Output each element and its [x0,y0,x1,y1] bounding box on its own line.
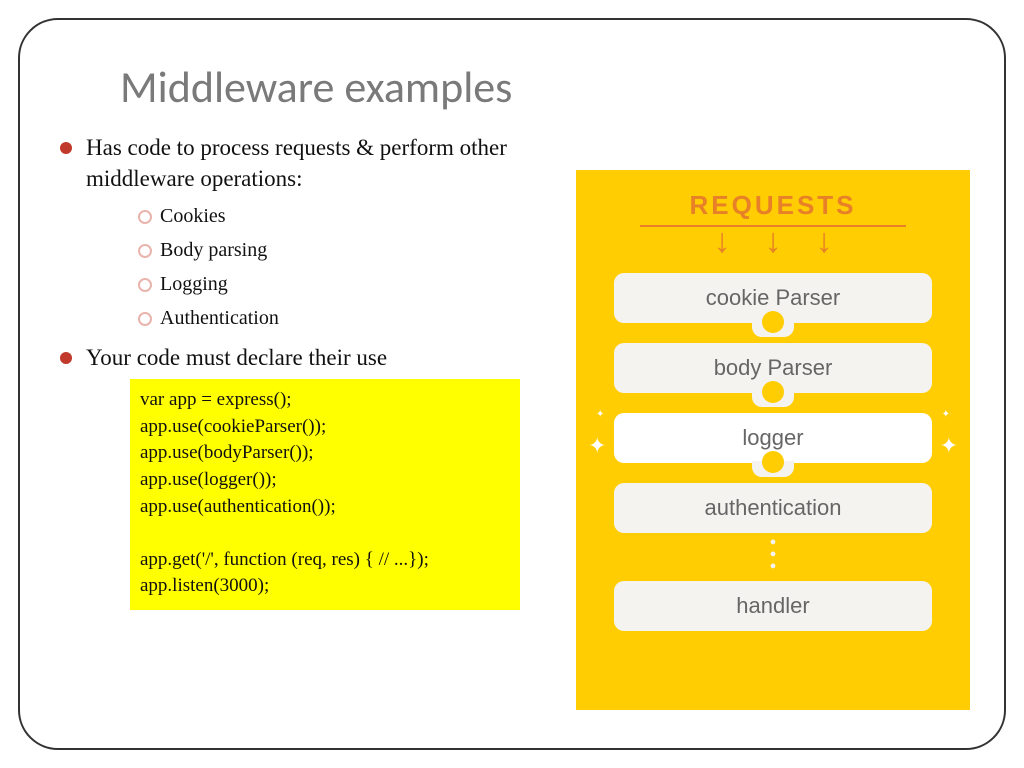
mw-box-handler: handler [614,581,932,631]
arrow-down-icon: ↓ [714,225,731,259]
bullet-intro: Has code to process requests & perform o… [60,132,560,332]
sub-bullet-authentication: Authentication [138,304,560,332]
arrows-row: ↓ ↓ ↓ [610,225,936,259]
connector-icon [610,393,936,413]
requests-label: REQUESTS [610,190,936,221]
slide-title: Middleware examples [120,60,964,114]
bullet-declare: Your code must declare their use [60,342,560,373]
sparkle-icon: ✦ [940,433,958,459]
ellipsis-vertical-icon: ••• [610,533,936,581]
sub-bullet-body-parsing: Body parsing [138,236,560,264]
sparkle-icon: ✦ [588,433,606,459]
sub-bullet-list: Cookies Body parsing Logging Authenticat… [86,202,560,332]
code-snippet: var app = express(); app.use(cookieParse… [130,379,520,610]
sparkle-icon: ✦ [942,409,950,420]
bullet-intro-text: Has code to process requests & perform o… [86,135,507,191]
left-column: Has code to process requests & perform o… [60,132,560,610]
sparkle-icon: ✦ [596,409,604,420]
mw-box-authentication: authentication [614,483,932,533]
mw-box-logger-label: logger [742,425,803,451]
connector-icon [610,463,936,483]
sub-bullet-logging: Logging [138,270,560,298]
slide-frame: Middleware examples Has code to process … [18,18,1006,750]
sub-bullet-cookies: Cookies [138,202,560,230]
arrow-down-icon: ↓ [816,225,833,259]
arrow-down-icon: ↓ [765,225,782,259]
middleware-diagram: REQUESTS ↓ ↓ ↓ cookie Parser body Parser… [576,170,970,710]
connector-icon [610,323,936,343]
bullet-list: Has code to process requests & perform o… [60,132,560,373]
